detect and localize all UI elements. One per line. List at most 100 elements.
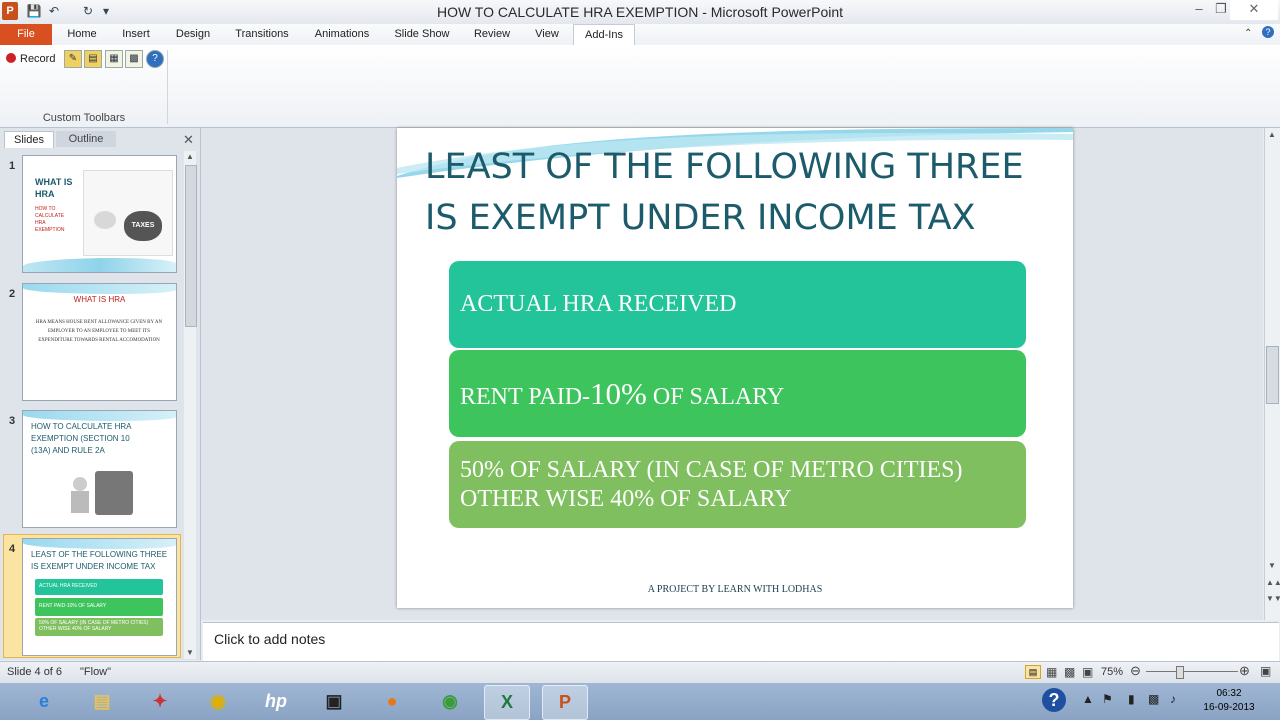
tab-review[interactable]: Review xyxy=(468,24,516,45)
slide-title-line-2: IS EXEMPT UNDER INCOME TAX xyxy=(425,198,976,238)
media-app-icon[interactable]: ✦ xyxy=(138,685,182,718)
thumb1-title: WHAT IS HRA xyxy=(35,177,73,199)
theme-name[interactable]: "Flow" xyxy=(80,666,111,678)
thumb2-wave xyxy=(23,284,176,294)
network-icon[interactable]: ▩ xyxy=(1148,692,1159,706)
taxes-piggybank-image: TAXES xyxy=(83,170,173,256)
editor-scroll-up-icon[interactable]: ▲ xyxy=(1266,130,1278,139)
clock-time: 06:32 xyxy=(1216,688,1242,699)
tab-slides[interactable]: Slides xyxy=(4,131,54,148)
record-label: Record xyxy=(20,53,56,65)
pane-close-icon[interactable]: ✕ xyxy=(183,132,194,148)
tab-home[interactable]: Home xyxy=(62,24,102,45)
slide-thumbnail-3[interactable]: HOW TO CALCULATE HRA EXEMPTION (SECTION … xyxy=(22,410,177,528)
zoom-slider-handle[interactable] xyxy=(1176,666,1184,679)
help-icon[interactable]: ? xyxy=(1262,26,1274,38)
editor-scroll-thumb[interactable] xyxy=(1266,346,1279,404)
edit-toolbar-icon[interactable]: ✎ xyxy=(64,50,82,68)
record-macro-button[interactable]: Record xyxy=(6,51,55,67)
record-icon xyxy=(6,53,16,63)
thumb4-title: LEAST OF THE FOLLOWING THREE IS EXEMPT U… xyxy=(31,550,168,571)
hp-icon[interactable]: hp xyxy=(254,685,298,718)
tab-outline[interactable]: Outline xyxy=(56,131,116,147)
action-center-flag-icon[interactable]: ⚑ xyxy=(1102,692,1113,706)
tray-expand-icon[interactable]: ▲ xyxy=(1082,692,1094,706)
tab-transitions[interactable]: Transitions xyxy=(230,24,294,45)
box2-text: RENT PAID-10% OF SALARY xyxy=(460,375,785,411)
tab-slide-show[interactable]: Slide Show xyxy=(388,24,456,45)
calculator-figure-image xyxy=(67,469,135,517)
restore-button[interactable]: ❐ xyxy=(1212,0,1230,20)
firefox-icon[interactable]: ● xyxy=(370,685,414,718)
slide-number-1: 1 xyxy=(9,160,16,172)
tab-insert[interactable]: Insert xyxy=(116,24,156,45)
eraser-toolbar-icon[interactable]: ▤ xyxy=(84,50,102,68)
zoom-in-icon[interactable]: ⊕ xyxy=(1239,663,1250,679)
normal-view-icon[interactable]: ▤ xyxy=(1025,665,1041,679)
box-fifty-percent-salary[interactable]: 50% OF SALARY (IN CASE OF METRO CITIES) O… xyxy=(449,441,1026,528)
internet-explorer-icon[interactable]: e xyxy=(22,685,66,718)
zoom-slider-track[interactable] xyxy=(1146,671,1238,672)
clock-date: 16-09-2013 xyxy=(1203,702,1255,713)
slide-title[interactable]: LEAST OF THE FOLLOWING THREE IS EXEMPT U… xyxy=(425,142,1045,244)
chrome-icon[interactable]: ◉ xyxy=(428,685,472,718)
box1-text: ACTUAL HRA RECEIVED xyxy=(460,291,737,317)
slide-thumbnail-4[interactable]: LEAST OF THE FOLLOWING THREE IS EXEMPT U… xyxy=(22,538,177,656)
thumb4-box2: RENT PAID-10% OF SALARY xyxy=(39,603,107,609)
pane-scroll-up-icon[interactable]: ▲ xyxy=(184,152,196,161)
tab-view[interactable]: View xyxy=(528,24,566,45)
export-toolbar-icon[interactable]: ▩ xyxy=(125,50,143,68)
minimize-button[interactable]: – xyxy=(1186,0,1212,20)
previous-slide-icon[interactable]: ▲▲ xyxy=(1266,578,1280,587)
slide-sorter-icon[interactable]: ▦ xyxy=(1046,665,1057,679)
toolbar-help-icon[interactable]: ? xyxy=(146,50,164,68)
file-explorer-icon[interactable]: ▤ xyxy=(80,685,124,718)
pane-scroll-down-icon[interactable]: ▼ xyxy=(184,648,196,657)
taskbar-clock[interactable]: 06:32 16-09-2013 xyxy=(1194,687,1264,715)
slide-thumbnail-1[interactable]: WHAT IS HRA HOW TO CALCULATE HRA EXEMPTI… xyxy=(22,155,177,273)
media-player-icon[interactable]: ◉ xyxy=(196,685,240,718)
slide-counter: Slide 4 of 6 xyxy=(7,666,63,678)
notes-placeholder[interactable]: Click to add notes xyxy=(214,631,325,647)
close-button[interactable]: ✕ xyxy=(1230,0,1278,20)
excel-icon[interactable]: X xyxy=(484,685,530,720)
group-label-custom-toolbars: Custom Toolbars xyxy=(42,112,126,124)
battery-icon[interactable]: ▮ xyxy=(1128,692,1135,706)
thumb4-box3: 50% OF SALARY (IN CASE OF METRO CITIES) O… xyxy=(39,620,149,632)
slide-number-4: 4 xyxy=(9,543,16,555)
fit-to-window-icon[interactable]: ▣ xyxy=(1260,664,1271,678)
slide-show-icon[interactable]: ▣ xyxy=(1082,665,1093,679)
screen-capture-icon[interactable]: ▣ xyxy=(312,685,356,718)
slide-thumbnail-2[interactable]: WHAT IS HRA HRA MEANS HOUSE RENT ALLOWAN… xyxy=(22,283,177,401)
slide-number-3: 3 xyxy=(9,415,16,427)
notes-pane[interactable] xyxy=(203,622,1279,661)
help-support-icon[interactable]: ? xyxy=(1042,688,1066,712)
pane-scroll-thumb[interactable] xyxy=(185,165,197,327)
box-actual-hra-received[interactable]: ACTUAL HRA RECEIVED xyxy=(449,261,1026,348)
next-slide-icon[interactable]: ▼▼ xyxy=(1266,594,1280,603)
window-title: HOW TO CALCULATE HRA EXEMPTION - Microso… xyxy=(436,4,844,20)
ribbon-collapse-icon[interactable]: ⌃ xyxy=(1244,28,1252,39)
reading-view-icon[interactable]: ▩ xyxy=(1064,665,1075,679)
tab-animations[interactable]: Animations xyxy=(308,24,376,45)
thumb2-title: WHAT IS HRA xyxy=(73,295,126,304)
powerpoint-taskbar-icon[interactable]: P xyxy=(542,685,588,720)
thumb1-wave xyxy=(23,258,176,272)
slide-number-2: 2 xyxy=(9,288,16,300)
editor-scroll-down-icon[interactable]: ▼ xyxy=(1266,561,1278,570)
thumb4-box1: ACTUAL HRA RECEIVED xyxy=(39,583,98,589)
volume-icon[interactable]: ♪ xyxy=(1170,692,1176,706)
zoom-out-icon[interactable]: ⊖ xyxy=(1130,663,1141,679)
zoom-level[interactable]: 75% xyxy=(1101,666,1123,678)
tab-add-ins[interactable]: Add-Ins xyxy=(573,24,635,46)
tab-file[interactable]: File xyxy=(0,24,52,45)
taxes-bag-label: TAXES xyxy=(124,211,162,241)
piggy-bank-shape xyxy=(94,211,116,229)
thumb3-title: HOW TO CALCULATE HRA EXEMPTION (SECTION … xyxy=(31,422,132,455)
current-slide[interactable]: LEAST OF THE FOLLOWING THREE IS EXEMPT U… xyxy=(397,128,1073,608)
ribbon xyxy=(0,45,1280,128)
box-rent-paid[interactable]: RENT PAID-10% OF SALARY xyxy=(449,350,1026,437)
tab-design[interactable]: Design xyxy=(170,24,216,45)
thumb1-subtitle: HOW TO CALCULATE HRA EXEMPTION xyxy=(35,206,65,233)
screen-toolbar-icon[interactable]: ▦ xyxy=(105,50,123,68)
